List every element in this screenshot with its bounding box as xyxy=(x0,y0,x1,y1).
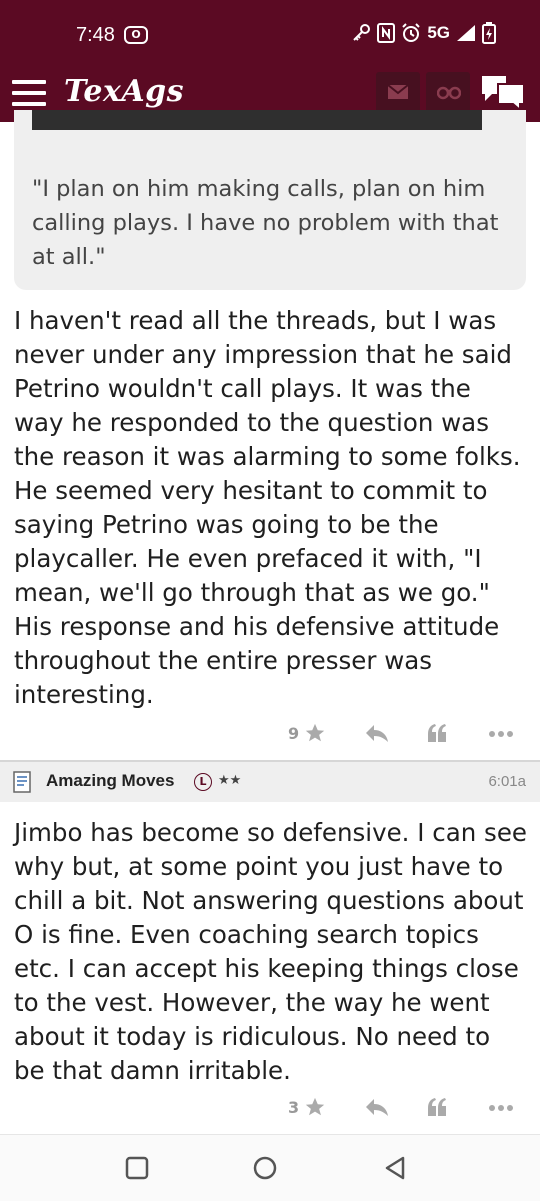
post-actions: 3 xyxy=(0,1088,540,1128)
post-actions: 9 xyxy=(0,714,540,754)
star-icon[interactable] xyxy=(304,1096,326,1118)
like-count: 9 xyxy=(288,724,300,743)
more-icon[interactable] xyxy=(488,730,514,738)
network-type: 5G xyxy=(427,23,450,42)
like-count: 3 xyxy=(288,1098,300,1117)
hamburger-icon[interactable] xyxy=(12,80,46,108)
binoculars-button[interactable] xyxy=(426,72,470,112)
status-bar: 7:48 O 5G xyxy=(0,0,540,68)
user-stars: ★★ xyxy=(218,773,242,788)
star-icon[interactable] xyxy=(304,722,326,744)
mail-button[interactable] xyxy=(376,72,420,112)
signal-icon xyxy=(457,25,475,41)
user-badge: L xyxy=(194,773,212,791)
system-nav-bar xyxy=(0,1134,540,1201)
alarm-icon xyxy=(402,23,421,42)
binoculars-icon xyxy=(437,86,461,100)
document-icon xyxy=(13,771,31,793)
recent-apps-icon[interactable] xyxy=(124,1155,150,1181)
quote-icon[interactable] xyxy=(426,1096,448,1118)
status-icons: 5G xyxy=(351,22,496,44)
chat-bubbles-icon xyxy=(482,76,525,113)
post-body: I haven't read all the threads, but I wa… xyxy=(14,306,521,709)
nfc-icon xyxy=(377,23,396,43)
screen-record-icon: O xyxy=(124,26,148,44)
site-logo[interactable]: TexAgs xyxy=(64,74,184,109)
post-header: Amazing Moves L ★★ 6:01a xyxy=(0,762,540,802)
quoted-post: "I plan on him making calls, plan on him… xyxy=(14,110,526,290)
post-time: 6:01a xyxy=(488,773,526,790)
reply-icon[interactable] xyxy=(364,1096,390,1118)
reply-icon[interactable] xyxy=(364,722,390,744)
home-icon[interactable] xyxy=(252,1155,278,1181)
quoted-image xyxy=(32,110,482,130)
more-icon[interactable] xyxy=(488,1104,514,1112)
key-icon xyxy=(353,24,371,41)
status-time: 7:48 xyxy=(76,24,115,46)
quote-icon[interactable] xyxy=(426,722,448,744)
back-icon[interactable] xyxy=(382,1155,408,1181)
battery-icon xyxy=(482,22,496,44)
quote-text: "I plan on him making calls, plan on him… xyxy=(32,176,499,270)
post-body: Jimbo has become so defensive. I can see… xyxy=(14,818,527,1085)
post-author[interactable]: Amazing Moves xyxy=(46,771,174,791)
mail-icon xyxy=(387,84,409,99)
